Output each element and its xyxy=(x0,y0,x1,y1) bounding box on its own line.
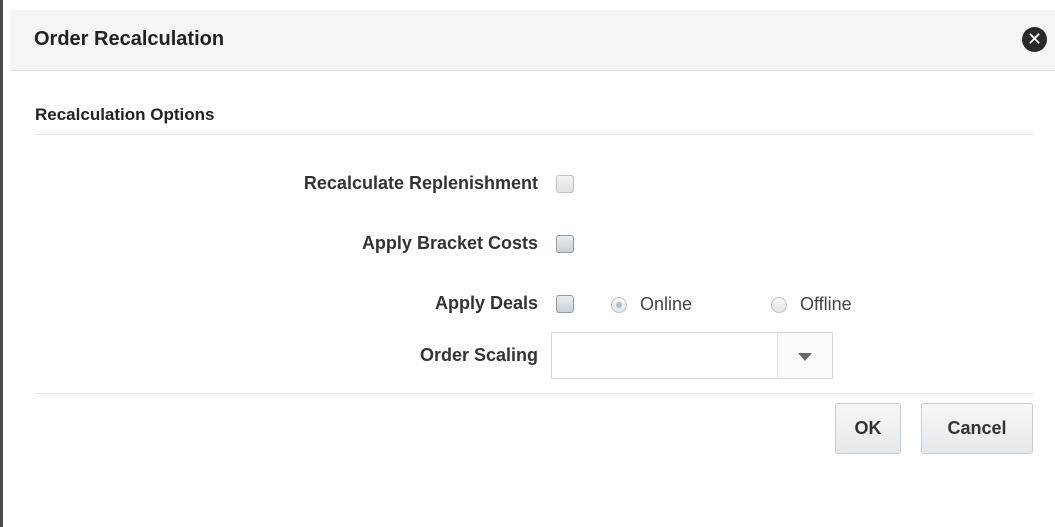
window-edge xyxy=(0,0,3,527)
offline-radio-label: Offline xyxy=(800,294,852,314)
recalculate-replenishment-checkbox[interactable] xyxy=(556,175,574,193)
apply-bracket-costs-label: Apply Bracket Costs xyxy=(361,233,538,253)
online-radio-label: Online xyxy=(640,294,693,314)
order-scaling-label: Order Scaling xyxy=(419,345,538,365)
order-recalculation-dialog: Order Recalculation ✕ Recalculation Opti… xyxy=(10,0,1055,527)
apply-bracket-costs-checkbox[interactable] xyxy=(556,235,574,253)
offline-radio[interactable] xyxy=(771,297,787,313)
section-divider xyxy=(35,134,1033,135)
dialog-title: Order Recalculation xyxy=(34,28,225,50)
section-title: Recalculation Options xyxy=(35,105,215,124)
apply-deals-label: Apply Deals xyxy=(434,293,538,313)
online-radio[interactable] xyxy=(611,297,627,313)
chevron-down-icon xyxy=(798,353,812,361)
recalculate-replenishment-label: Recalculate Replenishment xyxy=(303,173,538,193)
ok-button[interactable]: OK xyxy=(835,403,901,454)
apply-deals-checkbox[interactable] xyxy=(556,295,574,313)
order-scaling-select[interactable] xyxy=(551,332,833,379)
cancel-button[interactable]: Cancel xyxy=(921,403,1033,454)
footer-divider xyxy=(35,393,1033,394)
dialog-header: Order Recalculation ✕ xyxy=(10,10,1055,71)
close-icon[interactable]: ✕ xyxy=(1022,27,1047,52)
dropdown-button[interactable] xyxy=(777,333,832,378)
